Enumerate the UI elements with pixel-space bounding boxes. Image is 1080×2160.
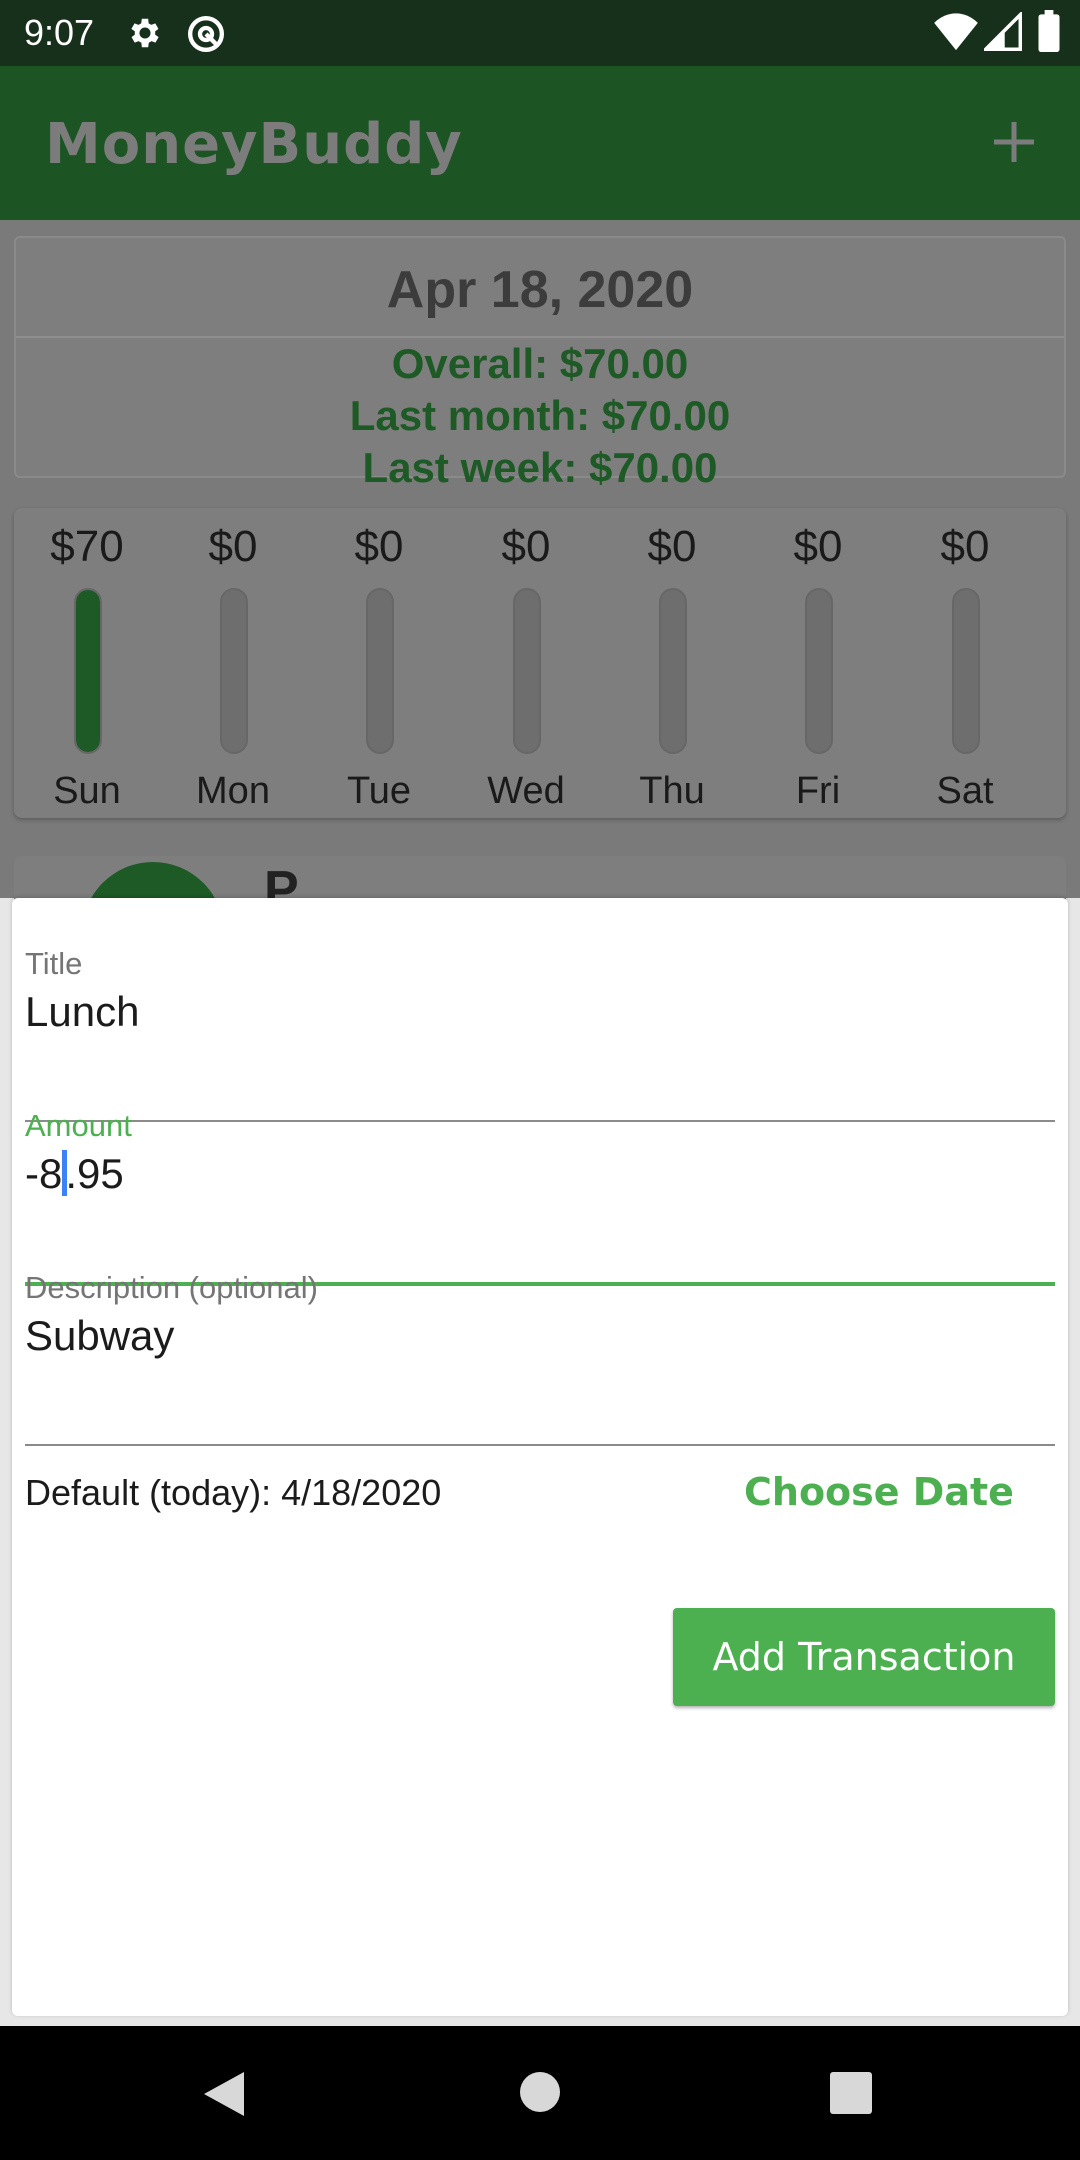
- amount-field[interactable]: Amount -8.95: [25, 1108, 1055, 1286]
- scrim-background[interactable]: Apr 18, 2020 Overall: $70.00 Last month:…: [0, 220, 1080, 916]
- amount-text-before: -8: [25, 1150, 63, 1197]
- description-input[interactable]: Subway: [25, 1312, 174, 1360]
- add-transaction-button[interactable]: Add Transaction: [673, 1608, 1055, 1706]
- description-underline: [25, 1444, 1055, 1446]
- day-amount: $70: [50, 522, 124, 571]
- day-bar: [366, 588, 394, 754]
- day-label: Wed: [487, 770, 565, 812]
- day-amount: $0: [208, 522, 258, 571]
- plus-icon[interactable]: [984, 112, 1044, 172]
- chart-day-thu: $0 Thu: [599, 508, 745, 818]
- description-label: Description (optional): [25, 1270, 318, 1305]
- description-field[interactable]: Description (optional) Subway: [25, 1270, 1055, 1446]
- battery-icon: [1038, 10, 1060, 52]
- overall-total: Overall: $70.00: [391, 340, 689, 387]
- day-bar: [805, 588, 833, 754]
- signal-icon: [984, 12, 1022, 52]
- day-bar: [74, 588, 102, 754]
- summary-date: Apr 18, 2020: [386, 261, 694, 319]
- status-bar: 9:07: [0, 0, 1080, 66]
- chart-day-sat: $0 Sat: [892, 508, 1038, 818]
- day-label: Tue: [346, 770, 412, 812]
- day-bar-fill: [76, 590, 100, 752]
- day-bar: [220, 588, 248, 754]
- at-sign-icon: [186, 14, 226, 54]
- day-bar: [659, 588, 687, 754]
- chart-day-mon: $0 Mon: [160, 508, 306, 818]
- summary-divider: [16, 336, 1064, 338]
- status-time: 9:07: [24, 12, 95, 53]
- day-label: Sun: [53, 770, 121, 812]
- back-icon[interactable]: [202, 2070, 246, 2123]
- last-month-total: Last month: $70.00: [349, 392, 731, 439]
- settings-gear-icon: [126, 14, 164, 52]
- day-label: Fri: [795, 770, 841, 812]
- home-icon[interactable]: [518, 2070, 562, 2119]
- day-label: Thu: [639, 770, 705, 812]
- day-bar: [952, 588, 980, 754]
- weekly-chart: $70 Sun $0 Mon $0 Tue $0 Wed $0 Thu $0 F…: [14, 508, 1066, 818]
- default-date-text: Default (today): 4/18/2020: [25, 1472, 442, 1513]
- chart-day-fri: $0 Fri: [745, 508, 891, 818]
- day-amount: $0: [354, 522, 404, 571]
- app-title: MoneyBuddy: [45, 112, 463, 177]
- day-amount: $0: [793, 522, 843, 571]
- day-amount: $0: [940, 522, 990, 571]
- chart-day-tue: $0 Tue: [306, 508, 452, 818]
- wifi-icon: [934, 12, 978, 52]
- last-week-total: Last week: $70.00: [362, 444, 718, 491]
- system-nav-bar: [0, 2026, 1080, 2160]
- title-input[interactable]: Lunch: [25, 988, 139, 1036]
- choose-date-button[interactable]: Choose Date: [744, 1470, 1014, 1514]
- chart-day-wed: $0 Wed: [453, 508, 599, 818]
- title-label: Title: [25, 946, 83, 981]
- day-amount: $0: [647, 522, 697, 571]
- amount-text-after: .95: [65, 1150, 124, 1197]
- day-label: Mon: [196, 770, 270, 812]
- title-field[interactable]: Title Lunch: [25, 946, 1055, 1122]
- recents-icon[interactable]: [830, 2072, 872, 2119]
- day-bar: [513, 588, 541, 754]
- chart-day-sun: $70 Sun: [14, 508, 160, 818]
- app-bar: MoneyBuddy: [0, 66, 1080, 220]
- summary-card: Apr 18, 2020 Overall: $70.00 Last month:…: [14, 236, 1066, 491]
- day-label: Sat: [936, 770, 994, 812]
- amount-input[interactable]: -8.95: [25, 1150, 124, 1198]
- day-amount: $0: [501, 522, 551, 571]
- amount-label: Amount: [25, 1108, 132, 1143]
- add-transaction-sheet: Title Lunch Amount -8.95 Description (op…: [12, 898, 1068, 2016]
